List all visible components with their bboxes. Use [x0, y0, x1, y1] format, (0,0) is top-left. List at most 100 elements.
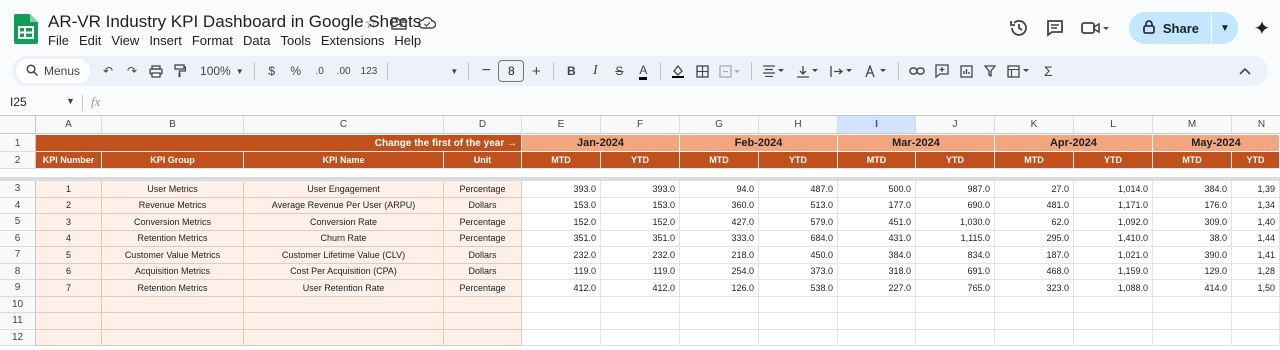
empty-cell[interactable]	[838, 329, 916, 346]
undo-icon[interactable]: ↶	[97, 59, 119, 83]
column-header-k[interactable]: K	[995, 116, 1074, 134]
empty-cell[interactable]	[244, 313, 444, 330]
value-cell[interactable]: 1,40	[1232, 214, 1280, 231]
value-cell[interactable]: 1,115.0	[916, 230, 995, 247]
value-cell[interactable]: 1,030.0	[916, 214, 995, 231]
row-header-12[interactable]: 12	[0, 329, 36, 346]
column-header-d[interactable]: D	[444, 116, 522, 134]
empty-cell[interactable]	[444, 329, 522, 346]
empty-cell[interactable]	[1232, 313, 1280, 330]
menu-insert[interactable]: Insert	[149, 33, 182, 48]
empty-cell[interactable]	[1074, 296, 1153, 313]
kpi-unit-cell[interactable]: Dollars	[444, 263, 522, 280]
value-cell[interactable]: 227.0	[838, 280, 916, 297]
menu-view[interactable]: View	[111, 33, 139, 48]
value-cell[interactable]: 451.0	[838, 214, 916, 231]
value-cell[interactable]: 152.0	[601, 214, 680, 231]
zoom-select[interactable]: 100% ▼	[196, 59, 248, 83]
empty-cell[interactable]	[1153, 313, 1232, 330]
value-cell[interactable]: 481.0	[995, 197, 1074, 214]
column-header-j[interactable]: J	[916, 116, 995, 134]
kpi-group-cell[interactable]: Retention Metrics	[102, 230, 244, 247]
menu-help[interactable]: Help	[394, 33, 421, 48]
value-cell[interactable]: 218.0	[680, 247, 759, 264]
spreadsheet-grid[interactable]: A B C D E F G H I J K L M N 1 2 3 4 5 6 7 8 9 10 11 12 Change the …	[0, 115, 1280, 350]
fill-color-icon[interactable]	[667, 59, 689, 83]
kpi-name-cell[interactable]: Churn Rate	[244, 230, 444, 247]
move-folder-icon[interactable]	[390, 14, 408, 32]
value-cell[interactable]: 126.0	[680, 280, 759, 297]
kpi-unit-cell[interactable]: Percentage	[444, 230, 522, 247]
text-wrapping-icon[interactable]	[826, 59, 858, 83]
empty-cell[interactable]	[1232, 296, 1280, 313]
value-cell[interactable]: 360.0	[680, 197, 759, 214]
value-cell[interactable]: 1,41	[1232, 247, 1280, 264]
currency-format-button[interactable]: $	[261, 59, 283, 83]
value-cell[interactable]: 177.0	[838, 197, 916, 214]
value-cell[interactable]: 309.0	[1153, 214, 1232, 231]
value-cell[interactable]: 153.0	[522, 197, 601, 214]
column-header-b[interactable]: B	[102, 116, 244, 134]
font-size-input[interactable]: 8	[498, 60, 525, 82]
value-cell[interactable]: 119.0	[522, 263, 601, 280]
empty-cell[interactable]	[36, 329, 102, 346]
chevron-up-icon[interactable]	[1234, 59, 1256, 83]
value-cell[interactable]: 450.0	[759, 247, 838, 264]
kpi-name-cell[interactable]: Average Revenue Per User (ARPU)	[244, 197, 444, 214]
value-cell[interactable]: 684.0	[759, 230, 838, 247]
kpi-group-cell[interactable]: Acquisition Metrics	[102, 263, 244, 280]
version-history-icon[interactable]	[1001, 10, 1037, 46]
kpi-name-cell[interactable]: User Engagement	[244, 181, 444, 198]
kpi-name-cell[interactable]: Cost Per Acquisition (CPA)	[244, 263, 444, 280]
kpi-unit-cell[interactable]: Percentage	[444, 280, 522, 297]
value-cell[interactable]: 153.0	[601, 197, 680, 214]
value-cell[interactable]: 1,021.0	[1074, 247, 1153, 264]
kpi-unit-cell[interactable]: Dollars	[444, 247, 522, 264]
empty-cell[interactable]	[102, 313, 244, 330]
menu-tools[interactable]: Tools	[280, 33, 310, 48]
font-family-select[interactable]: ▼	[394, 59, 462, 83]
value-cell[interactable]: 38.0	[1153, 230, 1232, 247]
insert-chart-icon[interactable]	[955, 59, 977, 83]
column-header-m[interactable]: M	[1153, 116, 1232, 134]
borders-icon[interactable]	[691, 59, 713, 83]
paint-format-icon[interactable]	[169, 59, 191, 83]
value-cell[interactable]: 176.0	[1153, 197, 1232, 214]
kpi-unit-cell[interactable]: Dollars	[444, 197, 522, 214]
empty-cell[interactable]	[995, 296, 1074, 313]
kpi-num-cell[interactable]: 2	[36, 197, 102, 214]
kpi-unit-cell[interactable]: Percentage	[444, 181, 522, 198]
kpi-group-cell[interactable]: Conversion Metrics	[102, 214, 244, 231]
empty-cell[interactable]	[601, 296, 680, 313]
empty-cell[interactable]	[916, 313, 995, 330]
value-cell[interactable]: 129.0	[1153, 263, 1232, 280]
value-cell[interactable]: 987.0	[916, 181, 995, 198]
meet-call-icon[interactable]	[1073, 10, 1117, 46]
filter-icon[interactable]	[979, 59, 1001, 83]
value-cell[interactable]: 431.0	[838, 230, 916, 247]
value-cell[interactable]: 1,171.0	[1074, 197, 1153, 214]
empty-cell[interactable]	[838, 296, 916, 313]
empty-cell[interactable]	[444, 313, 522, 330]
value-cell[interactable]: 384.0	[838, 247, 916, 264]
column-header-h[interactable]: H	[759, 116, 838, 134]
percent-format-button[interactable]: %	[285, 59, 307, 83]
empty-cell[interactable]	[522, 296, 601, 313]
share-button[interactable]: Share ▼	[1128, 12, 1238, 44]
empty-cell[interactable]	[680, 296, 759, 313]
value-cell[interactable]: 412.0	[522, 280, 601, 297]
comments-icon[interactable]	[1037, 10, 1073, 46]
value-cell[interactable]: 513.0	[759, 197, 838, 214]
more-formats-button[interactable]: 123	[357, 59, 382, 83]
empty-cell[interactable]	[522, 313, 601, 330]
filter-views-icon[interactable]	[1003, 59, 1035, 83]
insert-comment-icon[interactable]	[931, 59, 953, 83]
empty-cell[interactable]	[838, 313, 916, 330]
increase-decimal-button[interactable]: .00	[333, 59, 355, 83]
value-cell[interactable]: 487.0	[759, 181, 838, 198]
kpi-group-cell[interactable]: Revenue Metrics	[102, 197, 244, 214]
decrease-font-size-button[interactable]: −	[475, 59, 497, 83]
kpi-unit-cell[interactable]: Percentage	[444, 214, 522, 231]
value-cell[interactable]: 538.0	[759, 280, 838, 297]
empty-cell[interactable]	[995, 329, 1074, 346]
